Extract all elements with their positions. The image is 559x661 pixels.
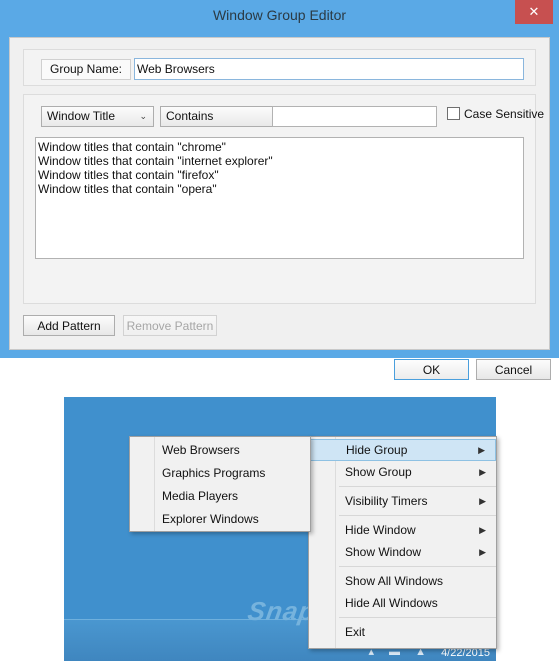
pattern-text-input[interactable] [272,106,437,127]
tray-menu-item[interactable]: Hide All Windows [309,592,496,614]
case-sensitive-checkbox-row[interactable]: Case Sensitive [447,107,544,125]
tray-menu-list: Hide Group ▶ Show Group ▶ Visibility Timers ▶… [309,437,496,643]
tray-menu-item[interactable]: Show Window ▶ [309,541,496,563]
case-sensitive-label: Case Sensitive [464,107,545,121]
submenu-arrow-icon: ▶ [478,445,485,455]
tray-menu-item[interactable]: Hide Window ▶ [309,519,496,541]
menu-item-label: Media Players [162,489,239,503]
dialog-title-bar: Window Group Editor ✕ [0,0,559,31]
menu-item-label: Explorer Windows [162,512,259,526]
menu-item-label: Hide Group [346,443,408,457]
group-submenu-item[interactable]: Web Browsers [130,439,310,462]
submenu-arrow-icon: ▶ [479,496,486,506]
menu-item-label: Graphics Programs [162,466,266,480]
group-name-input[interactable] [134,58,524,80]
menu-item-label: Exit [345,625,366,639]
pattern-list[interactable]: Window titles that contain "chrome" Windo… [35,137,524,259]
tray-menu-item[interactable]: Hide Group ▶ [309,439,496,461]
group-submenu-item[interactable]: Media Players [130,485,310,508]
dialog-content: SnapFiles Group Name: Window Title ⌄ Con… [9,37,551,380]
tray-menu-item[interactable]: Show Group ▶ [309,461,496,483]
operator-select-value: Contains [166,109,214,123]
pattern-list-item[interactable]: Window titles that contain "opera" [38,182,523,196]
menu-item-label: Show Group [345,465,412,479]
menu-separator [339,515,496,516]
field-select[interactable]: Window Title ⌄ [41,106,154,127]
group-submenu-item[interactable]: Explorer Windows [130,508,310,531]
checkbox-icon[interactable] [447,107,460,120]
pattern-list-item[interactable]: Window titles that contain "chrome" [38,140,523,154]
tray-context-menu: Hide Group ▶ Show Group ▶ Visibility Timers ▶… [308,436,497,649]
submenu-arrow-icon: ▶ [479,467,486,477]
menu-item-label: Show Window [345,545,422,559]
tray-menu-item[interactable]: Show All Windows [309,570,496,592]
menu-separator [339,486,496,487]
group-submenu-list: Web Browsers Graphics Programs Media Playe… [130,437,310,531]
close-icon[interactable]: ✕ [515,0,553,24]
ok-button[interactable]: OK [394,359,469,380]
chevron-down-icon: ⌄ [139,111,147,121]
window-group-editor-dialog: Window Group Editor ✕ SnapFiles Group Na… [0,0,559,380]
tray-menu-item[interactable]: Visibility Timers ▶ [309,490,496,512]
menu-separator [339,566,496,567]
menu-item-label: Web Browsers [162,443,240,457]
menu-item-label: Hide All Windows [345,596,438,610]
menu-item-label: Visibility Timers [345,494,428,508]
pattern-list-item[interactable]: Window titles that contain "firefox" [38,168,523,182]
group-submenu: Web Browsers Graphics Programs Media Playe… [129,436,311,532]
menu-item-label: Hide Window [345,523,416,537]
menu-item-label: Show All Windows [345,574,444,588]
group-submenu-item[interactable]: Graphics Programs [130,462,310,485]
field-select-value: Window Title [47,109,116,123]
remove-pattern-button: Remove Pattern [123,315,217,336]
group-name-label: Group Name: [41,59,131,80]
dialog-title: Window Group Editor [212,7,347,23]
pattern-list-item[interactable]: Window titles that contain "internet exp… [38,154,523,168]
cancel-button[interactable]: Cancel [476,359,551,380]
group-name-section: Group Name: [23,49,536,86]
pattern-section: Window Title ⌄ Contains ⌄ Case Sensitive… [23,94,544,304]
menu-separator [339,617,496,618]
tray-menu-item[interactable]: Exit [309,621,496,643]
add-pattern-button[interactable]: Add Pattern [23,315,115,336]
submenu-arrow-icon: ▶ [479,547,486,557]
submenu-arrow-icon: ▶ [479,525,486,535]
